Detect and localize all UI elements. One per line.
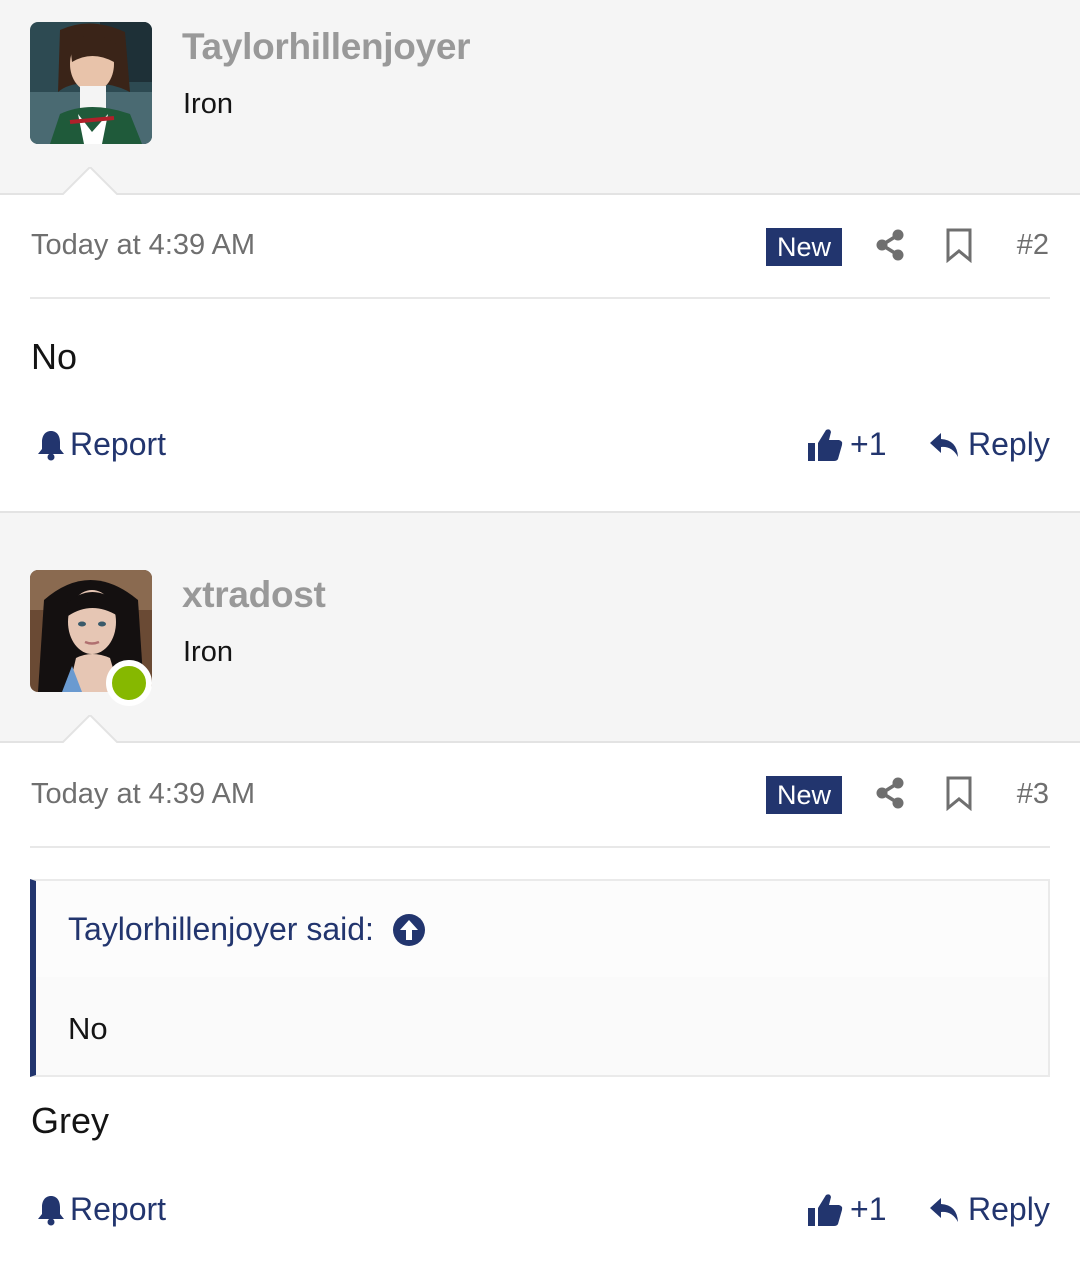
report-label: Report [70, 426, 167, 462]
post-date[interactable]: Today at 4:39 AM [31, 778, 255, 811]
bell-icon [38, 1195, 64, 1225]
new-badge: New [766, 776, 842, 814]
quote-text: No [68, 1011, 108, 1046]
divider [30, 846, 1050, 848]
report-label: Report [70, 1191, 167, 1227]
post-message: Grey [31, 1100, 110, 1141]
new-badge: New [766, 228, 842, 266]
report-button[interactable]: Report [36, 1191, 166, 1228]
reply-button[interactable]: Reply [928, 426, 1050, 463]
report-button[interactable]: Report [36, 426, 166, 463]
post-number[interactable]: #2 [1017, 229, 1049, 262]
quote-attribution: Taylorhillenjoyer said: [68, 911, 374, 947]
like-label: +1 [850, 1191, 887, 1227]
post-user-header: xtradost Iron [0, 539, 1080, 743]
thumbs-up-icon [808, 428, 843, 461]
thumbs-up-icon [808, 1193, 843, 1226]
bookmark-icon[interactable] [941, 227, 977, 263]
like-button[interactable]: +1 [806, 1191, 886, 1228]
post-date[interactable]: Today at 4:39 AM [31, 229, 255, 262]
reply-arrow-icon [930, 432, 958, 457]
post-2: Taylorhillenjoyer Iron Today at 4:39 AM … [0, 0, 1080, 511]
like-button[interactable]: +1 [806, 426, 886, 463]
arrow-up-circle-icon[interactable] [392, 913, 426, 947]
post-user-header: Taylorhillenjoyer Iron [0, 0, 1080, 195]
reply-label: Reply [968, 426, 1050, 462]
post-number[interactable]: #3 [1017, 778, 1049, 811]
post-message: No [31, 336, 78, 377]
header-notch [62, 167, 118, 195]
like-label: +1 [850, 426, 887, 462]
quote-attribution-link[interactable]: Taylorhillenjoyer said: [68, 911, 426, 948]
share-icon[interactable] [872, 775, 908, 811]
bell-icon [38, 430, 64, 460]
user-title: Iron [183, 636, 233, 668]
reply-arrow-icon [930, 1197, 958, 1222]
username[interactable]: Taylorhillenjoyer [182, 26, 471, 68]
quote-header: Taylorhillenjoyer said: [36, 881, 1048, 977]
divider [30, 297, 1050, 299]
reply-button[interactable]: Reply [928, 1191, 1050, 1228]
reply-label: Reply [968, 1191, 1050, 1227]
post-separator [0, 511, 1080, 539]
avatar[interactable] [30, 22, 152, 144]
username[interactable]: xtradost [182, 574, 326, 616]
share-icon[interactable] [872, 227, 908, 263]
quote-block: Taylorhillenjoyer said: No [30, 879, 1050, 1077]
bookmark-icon[interactable] [941, 775, 977, 811]
header-notch [62, 715, 118, 743]
user-title: Iron [183, 88, 233, 120]
online-status-indicator [106, 660, 152, 706]
